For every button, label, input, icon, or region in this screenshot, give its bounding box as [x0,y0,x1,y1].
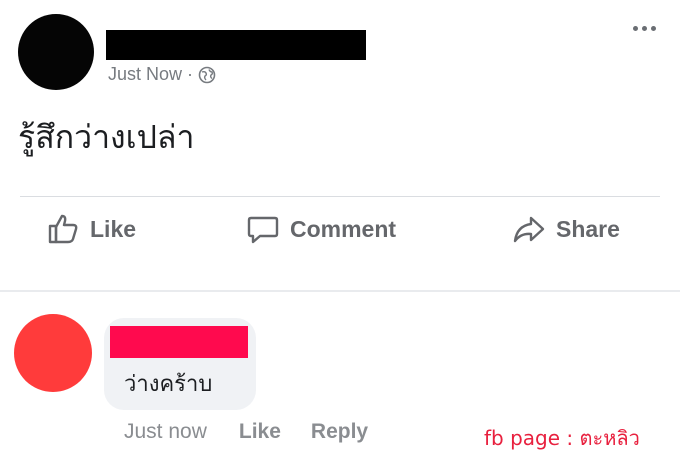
comment-like-button[interactable]: Like [239,420,281,444]
thumbs-up-icon [46,212,80,246]
commenter-name-redacted[interactable] [110,326,248,358]
like-label: Like [90,215,137,242]
commenter-avatar[interactable] [14,314,92,392]
divider [20,196,660,197]
share-button[interactable]: Share [512,212,620,246]
share-arrow-icon [512,212,546,246]
comment-label: Comment [290,215,397,242]
share-label: Share [556,215,620,242]
comment-meta: Just now Like Reply [124,420,398,444]
comment-reply-button[interactable]: Reply [311,420,368,444]
meta-separator: · [187,64,194,84]
post-meta: Just Now · [108,64,216,85]
comment-section: ว่างคร้าบ Just now Like Reply fb page : … [0,292,680,465]
post-card: Just Now · รู้สึกว่างเปล่า Like Comment … [0,0,680,290]
poster-name-redacted[interactable] [106,30,366,60]
comment-timestamp[interactable]: Just now [124,420,207,444]
comment-button[interactable]: Comment [246,212,396,246]
poster-avatar[interactable] [18,14,94,90]
watermark-text: fb page : ตะหลิว [484,426,640,450]
post-timestamp[interactable]: Just Now [108,64,182,85]
globe-icon[interactable] [198,66,216,84]
comment-bubble: ว่างคร้าบ [104,318,256,410]
like-button[interactable]: Like [46,212,136,246]
comment-text: ว่างคร้าบ [124,372,213,397]
speech-bubble-icon [246,212,280,246]
post-actions: Like Comment Share [0,212,680,256]
post-text: รู้สึกว่างเปล่า [18,118,195,156]
more-options-icon[interactable] [633,26,656,31]
